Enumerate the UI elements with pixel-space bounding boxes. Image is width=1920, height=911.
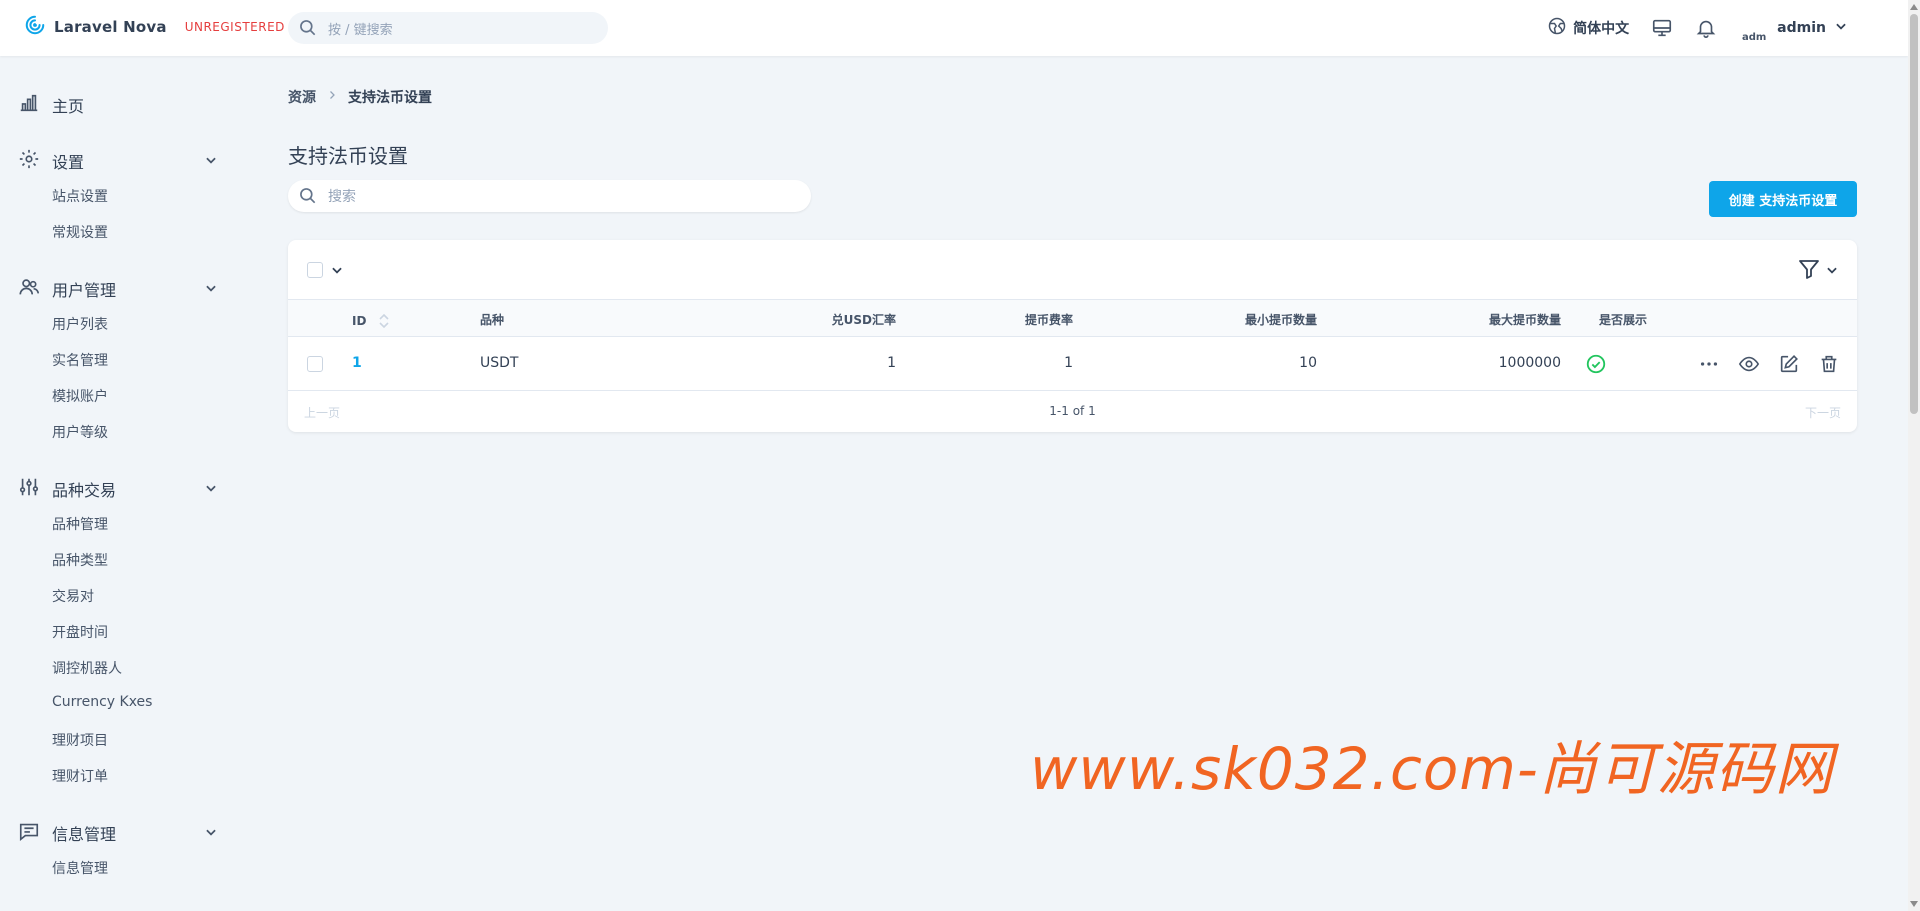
scroll-up-arrow-icon[interactable]	[1910, 4, 1918, 10]
scrollbar-thumb[interactable]	[1910, 14, 1918, 414]
sidebar-subitem-wealth-products[interactable]: 理财项目	[52, 730, 108, 750]
column-header-usd-rate: 兑USD汇率	[831, 313, 896, 327]
page-scrollbar[interactable]	[1908, 0, 1920, 911]
chat-icon	[18, 820, 40, 846]
sidebar-subitem-demo-accounts[interactable]: 模拟账户	[52, 386, 108, 406]
globe-icon	[1547, 16, 1567, 40]
row-checkbox[interactable]	[307, 356, 323, 372]
trash-icon[interactable]	[1818, 353, 1840, 379]
sidebar-item-label: 信息管理	[52, 825, 117, 844]
global-search-input[interactable]: 按 / 键搜索	[288, 12, 608, 44]
more-options-icon[interactable]	[1698, 353, 1720, 379]
row-usd-rate: 1	[887, 355, 896, 371]
sidebar-subitem-symbol-management[interactable]: 品种管理	[52, 514, 108, 534]
row-symbol: USDT	[480, 355, 519, 371]
search-icon	[298, 186, 318, 210]
sidebar-subitem-messages[interactable]: 信息管理	[52, 858, 108, 878]
sidebar-subitem-wealth-orders[interactable]: 理财订单	[52, 766, 108, 786]
create-resource-button[interactable]: 创建 支持法币设置	[1709, 181, 1857, 217]
global-search-placeholder: 按 / 键搜索	[328, 22, 393, 38]
breadcrumb: 资源 支持法币设置	[288, 87, 432, 107]
user-menu[interactable]: adm admin	[1739, 13, 1848, 43]
pagination: 上一页 1-1 of 1 下一页	[288, 391, 1857, 432]
scroll-down-arrow-icon[interactable]	[1910, 901, 1918, 907]
column-header-symbol: 品种	[480, 313, 505, 327]
nova-logo-icon	[24, 14, 46, 40]
sliders-icon	[18, 476, 40, 502]
sidebar-subitem-currency-kxes[interactable]: Currency Kxes	[52, 694, 152, 710]
user-name: admin	[1777, 20, 1826, 36]
brand-name: Laravel Nova	[54, 18, 167, 36]
column-header-max-withdraw: 最大提币数量	[1488, 313, 1561, 327]
avatar: adm	[1742, 32, 1767, 43]
table-toolbar	[288, 240, 1857, 300]
column-header-min-withdraw: 最小提币数量	[1244, 313, 1317, 327]
chevron-down-icon	[204, 280, 218, 299]
users-icon	[18, 276, 40, 302]
resource-search-placeholder: 搜索	[328, 189, 356, 205]
page-title: 支持法币设置	[288, 144, 408, 168]
gear-icon	[18, 148, 40, 174]
edit-icon[interactable]	[1778, 353, 1800, 379]
row-min-withdraw: 10	[1299, 355, 1317, 371]
breadcrumb-current: 支持法币设置	[348, 90, 432, 106]
sort-icon	[379, 313, 389, 331]
sidebar-item-label: 设置	[52, 153, 85, 172]
language-switcher[interactable]: 简体中文	[1547, 16, 1629, 40]
sidebar-item-label: 品种交易	[52, 481, 117, 500]
monitor-icon[interactable]	[1651, 17, 1673, 39]
chevron-right-icon	[326, 89, 338, 105]
sidebar-item-label: 主页	[52, 97, 85, 116]
sidebar-subitem-trading-pairs[interactable]: 交易对	[52, 586, 94, 606]
sidebar-item-message-management[interactable]: 信息管理	[18, 820, 218, 846]
top-header: Laravel Nova UNREGISTERED 按 / 键搜索 简体中文 a…	[0, 0, 1908, 56]
check-circle-icon	[1585, 353, 1607, 379]
row-id-link[interactable]: 1	[352, 355, 362, 371]
chevron-down-icon	[204, 152, 218, 171]
row-withdraw-fee: 1	[1064, 355, 1073, 371]
column-header-withdraw-fee: 提币费率	[1024, 313, 1073, 327]
search-icon	[298, 18, 318, 42]
resource-table-card: ID 品种 兑USD汇率 提币费率 最小提币数量 最大提币数量 是否展示 1 U…	[288, 240, 1857, 432]
watermark-text: www.sk032.com-尚可源码网	[1030, 735, 1834, 803]
sidebar-subitem-general-settings[interactable]: 常规设置	[52, 222, 108, 242]
brand-logo[interactable]: Laravel Nova UNREGISTERED	[24, 14, 285, 40]
sidebar-item-user-management[interactable]: 用户管理	[18, 276, 218, 302]
chevron-down-icon[interactable]	[330, 262, 344, 281]
table-header: ID 品种 兑USD汇率 提币费率 最小提币数量 最大提币数量 是否展示	[288, 300, 1857, 337]
chevron-down-icon[interactable]	[1825, 262, 1839, 281]
sidebar-subitem-control-robot[interactable]: 调控机器人	[52, 658, 122, 678]
sidebar-subitem-user-list[interactable]: 用户列表	[52, 314, 108, 334]
chevron-down-icon	[204, 824, 218, 843]
sidebar-item-home[interactable]: 主页	[18, 92, 218, 118]
chart-bar-icon	[18, 92, 40, 118]
chevron-down-icon	[1834, 19, 1848, 37]
sidebar-subitem-site-settings[interactable]: 站点设置	[52, 186, 108, 206]
language-label: 简体中文	[1573, 21, 1630, 37]
next-page-button[interactable]: 下一页	[1805, 404, 1841, 421]
license-status: UNREGISTERED	[184, 20, 285, 34]
chevron-down-icon	[204, 480, 218, 499]
row-max-withdraw: 1000000	[1498, 355, 1561, 371]
column-header-shown: 是否展示	[1598, 313, 1647, 327]
sidebar-subitem-opening-hours[interactable]: 开盘时间	[52, 622, 108, 642]
sidebar-item-settings[interactable]: 设置	[18, 148, 218, 174]
table-row: 1 USDT 1 1 10 1000000	[288, 337, 1857, 391]
resource-search-input[interactable]: 搜索	[288, 180, 811, 212]
sidebar-subitem-symbol-types[interactable]: 品种类型	[52, 550, 108, 570]
sidebar-item-trading[interactable]: 品种交易	[18, 476, 218, 502]
select-all-checkbox[interactable]	[307, 262, 323, 278]
breadcrumb-root[interactable]: 资源	[288, 87, 316, 107]
column-header-id[interactable]: ID	[352, 311, 389, 331]
sidebar-item-label: 用户管理	[52, 281, 117, 300]
pagination-info: 1-1 of 1	[1049, 404, 1096, 418]
sidebar-subitem-kyc[interactable]: 实名管理	[52, 350, 108, 370]
sidebar-subitem-user-levels[interactable]: 用户等级	[52, 422, 108, 442]
view-icon[interactable]	[1738, 353, 1760, 379]
bell-icon[interactable]	[1695, 17, 1717, 39]
filter-icon[interactable]	[1797, 257, 1821, 285]
